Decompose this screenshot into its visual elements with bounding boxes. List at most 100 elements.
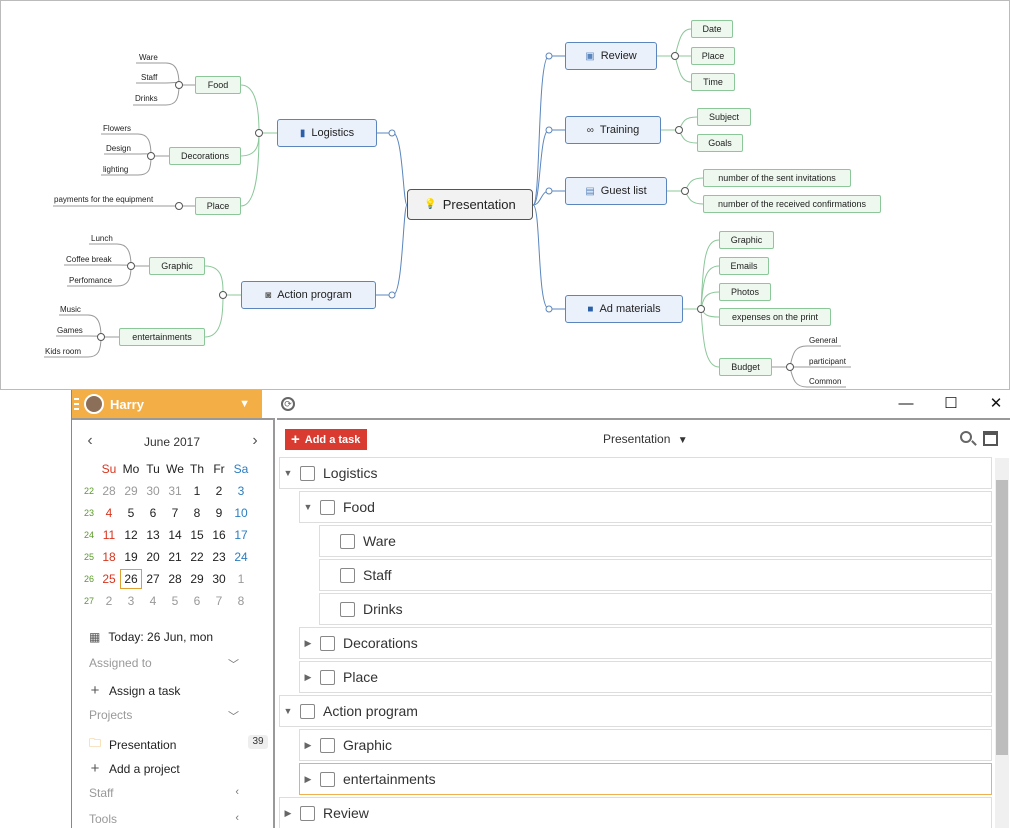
task-row-staff[interactable]: Staff — [319, 559, 992, 591]
project-item-presentation[interactable]: 🗀 Presentation — [89, 734, 176, 755]
mindmap-leaf[interactable]: Common — [809, 377, 841, 386]
assign-task-button[interactable]: + Assign a task — [89, 682, 181, 699]
menu-icon[interactable] — [74, 398, 80, 410]
calendar-day[interactable]: 1 — [230, 572, 252, 586]
calendar-day[interactable]: 21 — [164, 550, 186, 564]
expand-arrow-icon[interactable]: ▶ — [302, 672, 314, 683]
mindmap-leaf[interactable]: Staff — [141, 73, 157, 82]
mindmap-node-training[interactable]: ∞ Training — [565, 116, 661, 144]
calendar-day[interactable]: 8 — [186, 506, 208, 520]
calendar-day[interactable]: 13 — [142, 528, 164, 542]
mindmap-node-entertainments[interactable]: entertainments — [119, 328, 205, 346]
close-button[interactable]: ✕ — [986, 394, 1006, 414]
collapse-arrow-icon[interactable]: ▼ — [282, 468, 294, 478]
section-assigned-to[interactable]: Assigned to ﹀ — [89, 656, 239, 672]
mindmap-leaf[interactable]: payments for the equipment — [54, 195, 153, 204]
calendar-day[interactable]: 7 — [208, 594, 230, 608]
add-project-button[interactable]: + Add a project — [89, 760, 180, 777]
task-row-entertainments[interactable]: ▶ entertainments — [299, 763, 992, 795]
task-checkbox[interactable] — [300, 465, 315, 481]
task-row-food[interactable]: ▼ Food — [299, 491, 992, 523]
calendar-day[interactable]: 16 — [208, 528, 230, 542]
calendar-day[interactable]: 25 — [98, 572, 120, 586]
calendar-day[interactable]: 12 — [120, 528, 142, 542]
task-row-action-program[interactable]: ▼ Action program — [279, 695, 992, 727]
mindmap-node-food[interactable]: Food — [195, 76, 241, 94]
mindmap-leaf[interactable]: Music — [60, 305, 81, 314]
calendar-day[interactable]: 11 — [98, 528, 120, 542]
collapse-arrow-icon[interactable]: ▼ — [282, 706, 294, 716]
mindmap-node-emails[interactable]: Emails — [719, 257, 769, 275]
calendar-day[interactable]: 30 — [208, 572, 230, 586]
mindmap-node-decorations[interactable]: Decorations — [169, 147, 241, 165]
expand-arrow-icon[interactable]: ▶ — [302, 740, 314, 751]
task-row-drinks[interactable]: Drinks — [319, 593, 992, 625]
mindmap-node-expenses-print[interactable]: expenses on the print — [719, 308, 831, 326]
calendar-day[interactable]: 4 — [98, 506, 120, 520]
section-staff[interactable]: Staff ‹ — [89, 786, 239, 800]
mindmap-leaf[interactable]: General — [809, 336, 837, 345]
calendar-day[interactable]: 30 — [142, 484, 164, 498]
scrollbar-thumb[interactable] — [996, 480, 1008, 755]
chevron-down-icon[interactable]: ﹀ — [228, 656, 239, 672]
calendar-day[interactable]: 31 — [164, 484, 186, 498]
today-label[interactable]: ▦ Today: 26 Jun, mon — [89, 630, 213, 644]
chevron-down-icon[interactable]: ▼ — [239, 398, 250, 410]
user-bar[interactable]: Harry ▼ — [72, 390, 262, 418]
task-row-review[interactable]: ▶ Review — [279, 797, 992, 828]
mindmap-node-subject[interactable]: Subject — [697, 108, 751, 126]
mindmap-node-received-confirmations[interactable]: number of the received confirmations — [703, 195, 881, 213]
chevron-left-icon[interactable]: ‹ — [235, 786, 239, 798]
calendar-day[interactable]: 1 — [186, 484, 208, 498]
calendar-day[interactable]: 8 — [230, 594, 252, 608]
collapse-arrow-icon[interactable]: ▼ — [302, 502, 314, 512]
calendar-icon[interactable] — [983, 431, 998, 446]
calendar-day[interactable]: 24 — [230, 550, 252, 564]
vertical-scrollbar[interactable] — [995, 458, 1009, 828]
calendar-day[interactable]: 26 — [120, 569, 142, 589]
mindmap-leaf[interactable]: Perfomance — [69, 276, 112, 285]
task-checkbox[interactable] — [300, 703, 315, 719]
calendar-day[interactable]: 3 — [230, 484, 252, 498]
mindmap-leaf[interactable]: Design — [106, 144, 131, 153]
calendar-day[interactable]: 27 — [142, 572, 164, 586]
calendar-day[interactable]: 5 — [164, 594, 186, 608]
mindmap-node-graphic[interactable]: Graphic — [149, 257, 205, 275]
calendar-day[interactable]: 6 — [142, 506, 164, 520]
calendar-day[interactable]: 29 — [186, 572, 208, 586]
calendar-day[interactable]: 10 — [230, 506, 252, 520]
calendar-day[interactable]: 4 — [142, 594, 164, 608]
calendar-day[interactable]: 22 — [186, 550, 208, 564]
section-tools[interactable]: Tools ‹ — [89, 812, 239, 826]
mindmap-node-place-review[interactable]: Place — [691, 47, 735, 65]
task-row-ware[interactable]: Ware — [319, 525, 992, 557]
mindmap-leaf[interactable]: lighting — [103, 165, 128, 174]
chevron-left-icon[interactable]: ‹ — [82, 432, 98, 450]
mindmap-leaf[interactable]: Lunch — [91, 234, 113, 243]
task-checkbox[interactable] — [320, 771, 335, 787]
section-projects[interactable]: Projects ﹀ — [89, 708, 239, 723]
calendar-day[interactable]: 18 — [98, 550, 120, 564]
task-row-place[interactable]: ▶ Place — [299, 661, 992, 693]
add-task-button[interactable]: + Add a task — [285, 429, 367, 450]
task-checkbox[interactable] — [320, 499, 335, 515]
expand-arrow-icon[interactable]: ▶ — [302, 774, 314, 785]
calendar-day[interactable]: 3 — [120, 594, 142, 608]
mindmap-node-goals[interactable]: Goals — [697, 134, 743, 152]
project-selector[interactable]: Presentation ▼ — [603, 432, 688, 446]
task-row-decorations[interactable]: ▶ Decorations — [299, 627, 992, 659]
mindmap-node-review[interactable]: ▣ Review — [565, 42, 657, 70]
mindmap-root-node[interactable]: 💡 Presentation — [407, 189, 533, 220]
expand-arrow-icon[interactable]: ▶ — [302, 638, 314, 649]
calendar-day[interactable]: 14 — [164, 528, 186, 542]
chevron-right-icon[interactable]: › — [247, 432, 263, 450]
minimize-button[interactable]: — — [896, 394, 916, 414]
mindmap-leaf[interactable]: Kids room — [45, 347, 81, 356]
mindmap-node-sent-invitations[interactable]: number of the sent invitations — [703, 169, 851, 187]
mindmap-node-budget[interactable]: Budget — [719, 358, 772, 376]
mindmap-node-logistics[interactable]: ▮ Logistics — [277, 119, 377, 147]
calendar-day[interactable]: 2 — [98, 594, 120, 608]
task-row-graphic[interactable]: ▶ Graphic — [299, 729, 992, 761]
mindmap-leaf[interactable]: Drinks — [135, 94, 158, 103]
task-checkbox[interactable] — [320, 669, 335, 685]
